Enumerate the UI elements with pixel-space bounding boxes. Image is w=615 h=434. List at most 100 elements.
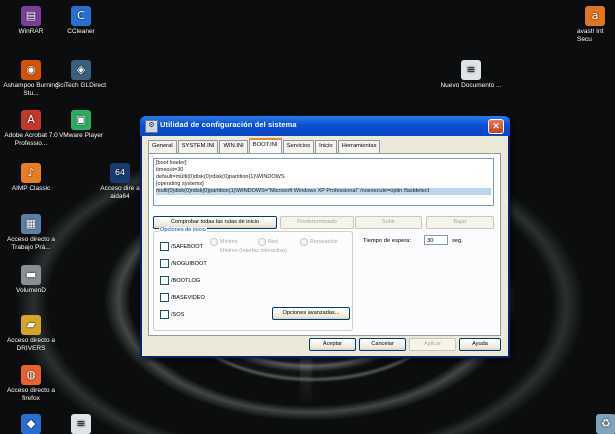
winrar-icon: ▤ [21, 6, 41, 26]
boot-ini-line-selected[interactable]: multi(0)disk(0)rdisk(0)partition(1)\WIND… [156, 188, 491, 195]
desktop-icon-label: Nuevo Documento ... [440, 82, 502, 89]
desktop-icon-aida64[interactable]: 64 Acceso dire a aida64 [98, 163, 142, 201]
desktop-icon-label: SciTech GLDirect [55, 82, 107, 89]
desktop-icon-label: AIMP Classic [11, 185, 51, 192]
boot-ini-panel: [boot loader] timeout=30 default=multi(0… [148, 153, 501, 336]
cancel-button[interactable]: Cancelar [359, 338, 406, 351]
ashampoo-icon: ◉ [21, 60, 41, 80]
advanced-options-button[interactable]: Opciones avanzadas... [272, 307, 350, 320]
tab-inicio[interactable]: Inicio [315, 140, 337, 153]
radio-dot [210, 238, 218, 246]
system-config-dialog: ⚙ Utilidad de configuración del sistema … [140, 116, 510, 358]
radio-label: Mínimo (Interfaz interactiva) [220, 248, 287, 254]
desktop-icon-trabajo[interactable]: ▦ Acceso directo a Trabajo Prá... [0, 214, 62, 252]
boot-ini-line: [boot loader] [156, 160, 187, 166]
boot-ini-text[interactable]: [boot loader] timeout=30 default=multi(0… [153, 158, 494, 206]
checkbox-label: /SOS [171, 311, 185, 318]
tab-system-ini[interactable]: SYSTEM.INI [177, 140, 219, 153]
folder-icon: ▰ [21, 315, 41, 335]
desktop: ▤ WinRAR C CCleaner ◉ Ashampoo Burning S… [0, 0, 615, 434]
radio-dot [258, 238, 266, 246]
app-icon: ◆ [21, 414, 41, 434]
tab-herramientas[interactable]: Herramientas [337, 140, 381, 153]
default-button[interactable]: Predeterminado [280, 216, 354, 229]
desktop-icon-label: VMware Player [58, 132, 104, 139]
close-icon[interactable]: ✕ [488, 119, 504, 134]
checkbox-box [160, 310, 169, 319]
noguiboot-checkbox[interactable]: /NOGUIBOOT [160, 259, 207, 268]
desktop-icon-avast[interactable]: a avast! Int Secu [577, 6, 615, 44]
timeout-input[interactable]: 30 [424, 235, 448, 245]
gldirect-icon: ◈ [71, 60, 91, 80]
basevideo-checkbox[interactable]: /BASEVIDEO [160, 293, 205, 302]
desktop-icon-vmware[interactable]: ▣ VMware Player [50, 110, 112, 140]
desktop-icon-label: Acceso directo a Trabajo Prá... [6, 236, 56, 251]
desktop-icon-volumend[interactable]: ▬ VolumenD [0, 265, 62, 295]
boot-options-label: Opciones de inicio [159, 227, 207, 233]
desktop-icon-label: avast! Int Secu [577, 28, 604, 43]
tab-servicios[interactable]: Servicios [282, 140, 315, 153]
aida64-icon: 64 [110, 163, 130, 183]
tab-boot-ini[interactable]: BOOT.INI [248, 138, 282, 154]
help-button[interactable]: Ayuda [459, 338, 501, 351]
desktop-icon-label: VolumenD [16, 287, 46, 294]
radio-label: Red [268, 239, 278, 245]
desktop-icon-recycle[interactable]: ♻ [596, 414, 615, 434]
move-down-button[interactable]: Bajar [426, 216, 494, 229]
checkbox-box [160, 293, 169, 302]
dialog-titlebar[interactable]: ⚙ Utilidad de configuración del sistema … [140, 116, 510, 136]
tab-win-ini[interactable]: WIN.INI [219, 140, 248, 153]
bootlog-checkbox[interactable]: /BOOTLOG [160, 276, 200, 285]
sos-checkbox[interactable]: /SOS [160, 310, 184, 319]
document-icon: ≡ [71, 414, 91, 434]
desktop-icon-label: WinRAR [18, 28, 44, 35]
desktop-icon-label: CCleaner [67, 28, 95, 35]
firefox-icon: ◍ [21, 365, 41, 385]
aimp-icon: ♪ [21, 163, 41, 183]
radio-minimal-alternate-shell[interactable]: Mínimo (Interfaz interactiva) [210, 247, 287, 255]
dialog-title: Utilidad de configuración del sistema [160, 120, 297, 129]
radio-repair[interactable]: Reparación [300, 238, 338, 246]
radio-network[interactable]: Red [258, 238, 278, 246]
timeout-label: Tiempo de espera: [363, 238, 412, 244]
radio-label: Reparación [310, 239, 338, 245]
ok-button[interactable]: Aceptar [309, 338, 356, 351]
desktop-icon-ccleaner[interactable]: C CCleaner [50, 6, 112, 36]
acrobat-icon: A [21, 110, 41, 130]
desktop-icon-firefox[interactable]: ◍ Acceso directo a firefox [0, 365, 62, 403]
desktop-icon-partial-2[interactable]: ≡ [50, 414, 112, 434]
ccleaner-icon: C [71, 6, 91, 26]
shortcut-doc-icon: ▦ [21, 214, 41, 234]
boot-ini-line: default=multi(0)disk(0)rdisk(0)partition… [156, 174, 285, 180]
avast-icon: a [585, 6, 605, 26]
vmware-icon: ▣ [71, 110, 91, 130]
desktop-icon-nuevo-documento[interactable]: ≡ Nuevo Documento ... [440, 60, 502, 90]
desktop-icon-label: Acceso directo a DRIVERS [6, 337, 56, 352]
boot-options-group: Opciones de inicio /SAFEBOOT /NOGUIBOOT … [153, 227, 353, 331]
tab-general[interactable]: General [148, 140, 177, 153]
safeboot-checkbox[interactable]: /SAFEBOOT [160, 242, 203, 251]
desktop-icon-gldirect[interactable]: ◈ SciTech GLDirect [50, 60, 112, 90]
boot-ini-line: timeout=30 [156, 167, 184, 173]
radio-minimal[interactable]: Mínimo [210, 238, 238, 246]
desktop-icon-aimp[interactable]: ♪ AIMP Classic [0, 163, 62, 193]
recycle-bin-icon: ♻ [596, 414, 615, 434]
apply-button[interactable]: Aplicar [409, 338, 456, 351]
move-up-button[interactable]: Subir [355, 216, 422, 229]
checkbox-label: /BOOTLOG [171, 277, 201, 284]
checkbox-label: /SAFEBOOT [171, 243, 204, 250]
timeout-unit: seg. [452, 238, 463, 244]
checkbox-box [160, 259, 169, 268]
text-document-icon: ≡ [461, 60, 481, 80]
tab-strip: General SYSTEM.INI WIN.INI BOOT.INI Serv… [148, 138, 381, 154]
desktop-icon-drivers[interactable]: ▰ Acceso directo a DRIVERS [0, 315, 62, 353]
radio-dot [300, 238, 308, 246]
checkbox-box [160, 276, 169, 285]
drive-icon: ▬ [21, 265, 41, 285]
desktop-icon-label: Acceso dire a aida64 [100, 185, 140, 200]
checkbox-label: /BASEVIDEO [171, 294, 205, 301]
boot-ini-line: [operating systems] [156, 181, 204, 187]
checkbox-box [160, 242, 169, 251]
desktop-icon-label: Acceso directo a firefox [6, 387, 56, 402]
checkbox-label: /NOGUIBOOT [171, 260, 207, 267]
